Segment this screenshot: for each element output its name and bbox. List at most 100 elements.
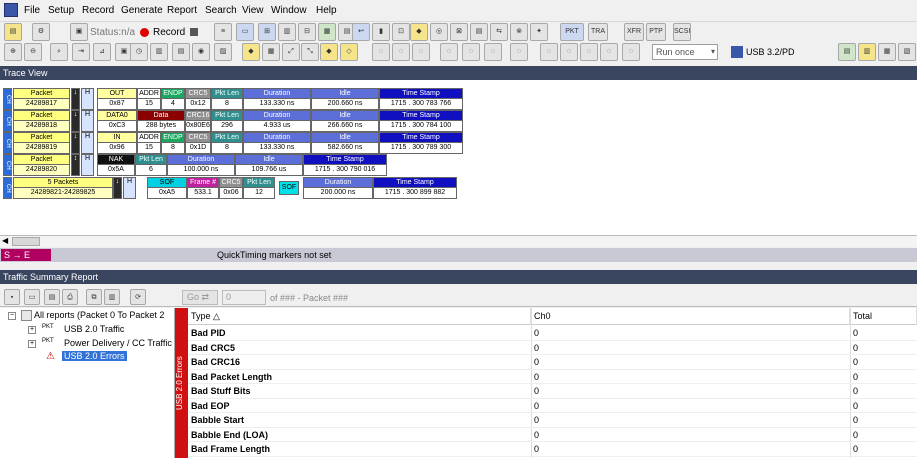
filter-icon[interactable]: ▦: [318, 23, 336, 41]
tree-root[interactable]: All reports (Packet 0 To Packet 2: [34, 310, 164, 320]
compare-icon[interactable]: ⇆: [490, 23, 508, 41]
find-next-icon[interactable]: ⇥: [72, 43, 90, 61]
record-icon[interactable]: [140, 28, 149, 37]
panel-b-icon[interactable]: ▥: [858, 43, 876, 61]
tool-e-icon[interactable]: ◌: [462, 43, 480, 61]
scroll-left-icon[interactable]: ◀: [2, 236, 8, 245]
tool-b-icon[interactable]: ◌: [392, 43, 410, 61]
tra-view-button[interactable]: TRA: [588, 23, 608, 41]
table-row[interactable]: Bad Packet Length 0 0: [188, 370, 917, 384]
table-row[interactable]: Bad EOP 0 0: [188, 399, 917, 413]
pd-icon[interactable]: ▤: [172, 43, 190, 61]
xfr-view-button[interactable]: XFR: [624, 23, 644, 41]
link-icon[interactable]: ⊗: [510, 23, 528, 41]
menu-search[interactable]: Search: [205, 5, 237, 16]
export-icon[interactable]: ▭: [24, 289, 40, 305]
menu-file[interactable]: File: [24, 5, 40, 16]
undo-icon[interactable]: ↩: [352, 23, 370, 41]
packet-number-input[interactable]: 0: [222, 290, 266, 305]
tool-f-icon[interactable]: ◌: [484, 43, 502, 61]
cc-icon[interactable]: ◉: [192, 43, 210, 61]
tool-d-icon[interactable]: ◌: [440, 43, 458, 61]
open-folder-icon[interactable]: ▤: [4, 23, 22, 41]
bookmark-icon[interactable]: ⊿: [93, 43, 111, 61]
save-icon[interactable]: ▪: [4, 289, 20, 305]
scsi-view-button[interactable]: SCSI: [673, 23, 691, 41]
tree-item-usb20-errors[interactable]: USB 2.0 Errors: [62, 351, 127, 361]
scroll-thumb[interactable]: [12, 237, 40, 246]
marker-clear-icon[interactable]: ◇: [340, 43, 358, 61]
graph-icon[interactable]: ⊠: [450, 23, 468, 41]
config-icon[interactable]: ◆: [242, 43, 260, 61]
trace-view[interactable]: CH Packet 24289817 ↓ H OUT 0x87 ADDR 15 END…: [0, 80, 917, 235]
tree-item-usb20-traffic[interactable]: USB 2.0 Traffic: [64, 324, 124, 334]
tool-c-icon[interactable]: ◌: [412, 43, 430, 61]
record-button[interactable]: Record: [153, 27, 185, 38]
tool-h-icon[interactable]: ◌: [540, 43, 558, 61]
menu-record[interactable]: Record: [82, 5, 114, 16]
expand-icon[interactable]: ⤢: [282, 43, 300, 61]
print-icon[interactable]: ⎙: [62, 289, 78, 305]
table-row[interactable]: Bad Stuff Bits 0 0: [188, 384, 917, 399]
marker-set-icon[interactable]: ◆: [320, 43, 338, 61]
pkt-view-button[interactable]: PKT: [560, 23, 584, 41]
analyzer-icon[interactable]: ⚙: [32, 23, 50, 41]
table-row[interactable]: Bad PID 0 0: [188, 326, 917, 341]
timestamp-icon[interactable]: ◷: [130, 43, 148, 61]
tool-a-icon[interactable]: ◌: [372, 43, 390, 61]
table-row[interactable]: Bad CRC16 0 0: [188, 355, 917, 370]
tool-j-icon[interactable]: ◌: [580, 43, 598, 61]
copy-icon[interactable]: ⧉: [86, 289, 102, 305]
trigger-icon[interactable]: ⊟: [298, 23, 316, 41]
menu-generate[interactable]: Generate: [121, 5, 163, 16]
column-header-type[interactable]: Type △: [188, 308, 531, 325]
ptp-view-button[interactable]: PTP: [646, 23, 666, 41]
collapse-icon[interactable]: ⤡: [301, 43, 319, 61]
hide-icon[interactable]: ▨: [214, 43, 232, 61]
horizontal-scrollbar[interactable]: ◀: [0, 235, 917, 247]
monitor-icon[interactable]: ▭: [236, 23, 254, 41]
table-row[interactable]: Bad CRC5 0 0: [188, 341, 917, 355]
refresh-icon[interactable]: ⟳: [130, 289, 146, 305]
bus-icon[interactable]: ⊡: [392, 23, 410, 41]
table-row[interactable]: Bad Frame Length 0 0: [188, 442, 917, 457]
menu-setup[interactable]: Setup: [48, 5, 74, 16]
column-header-ch0[interactable]: Ch0: [531, 308, 850, 325]
layout-icon[interactable]: ▤: [470, 23, 488, 41]
zoom-in-icon[interactable]: ⊕: [4, 43, 22, 61]
quicktiming-se-marker[interactable]: S → E: [1, 249, 51, 261]
menu-report[interactable]: Report: [167, 5, 197, 16]
table-row[interactable]: Babble End (LOA) 0 0: [188, 428, 917, 442]
go-button[interactable]: Go ⇄: [182, 290, 218, 305]
panel-d-icon[interactable]: ▧: [898, 43, 916, 61]
tool-g-icon[interactable]: ◌: [510, 43, 528, 61]
stop-icon[interactable]: [190, 28, 198, 36]
capture-icon[interactable]: ▥: [278, 23, 296, 41]
wand-icon[interactable]: ✦: [530, 23, 548, 41]
vertical-tab-usb20-errors[interactable]: USB 2.0 Errors: [175, 308, 188, 458]
tree-item-pd-cc-traffic[interactable]: Power Delivery / CC Traffic: [64, 338, 172, 348]
open-report-icon[interactable]: ▤: [44, 289, 60, 305]
table-row[interactable]: Babble Start 0 0: [188, 413, 917, 428]
tool-k-icon[interactable]: ◌: [600, 43, 618, 61]
panel-c-icon[interactable]: ▦: [878, 43, 896, 61]
menu-view[interactable]: View: [242, 5, 264, 16]
device-icon[interactable]: ▣: [70, 23, 88, 41]
column-header-total[interactable]: Total: [850, 308, 917, 325]
exerciser-button[interactable]: USB 3.2/PD Exerciser: [730, 43, 830, 75]
tool-i-icon[interactable]: ◌: [560, 43, 578, 61]
expand-icon[interactable]: +: [28, 326, 36, 334]
marker-icon[interactable]: ◆: [410, 23, 428, 41]
bar-chart-icon[interactable]: ▮: [372, 23, 390, 41]
view-all-icon[interactable]: ▦: [262, 43, 280, 61]
menu-help[interactable]: Help: [316, 5, 337, 16]
zoom-out-icon[interactable]: ⊖: [24, 43, 42, 61]
menu-window[interactable]: Window: [271, 5, 307, 16]
tool-l-icon[interactable]: ◌: [622, 43, 640, 61]
layout-report-icon[interactable]: ▥: [104, 289, 120, 305]
collapse-icon[interactable]: −: [8, 312, 16, 320]
expand-icon[interactable]: +: [28, 340, 36, 348]
column-icon[interactable]: ▥: [150, 43, 168, 61]
panel-a-icon[interactable]: ▤: [838, 43, 856, 61]
find-icon[interactable]: ⌕: [50, 43, 68, 61]
